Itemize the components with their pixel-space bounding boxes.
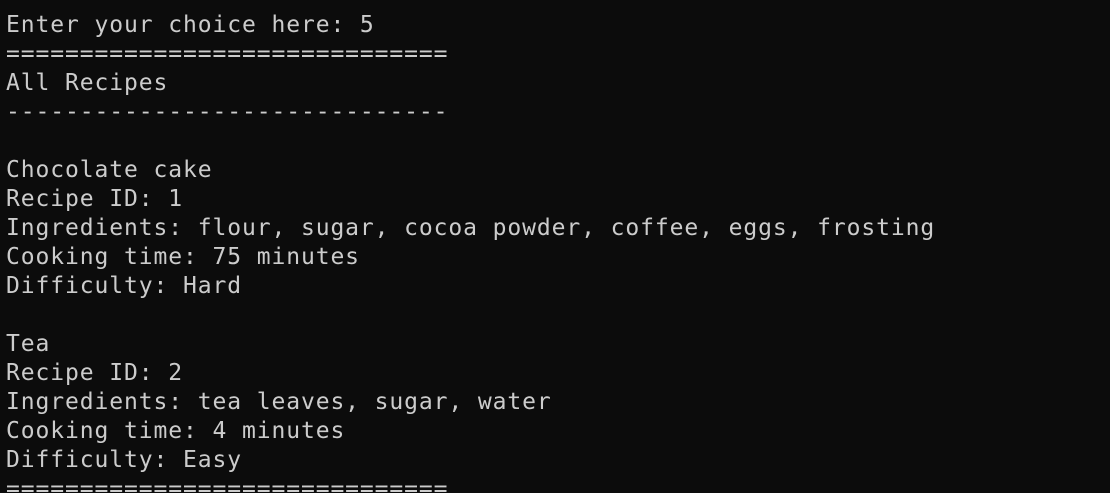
recipe-name: Chocolate cake [6,157,213,183]
divider-line: ------------------------------ [6,99,449,125]
terminal-output: Enter your choice here: 5 ==============… [6,11,935,493]
terminal-window[interactable]: Enter your choice here: 5 ==============… [0,0,1110,493]
separator-line: ============================== [6,476,449,493]
recipe-ingredients: Ingredients: flour, sugar, cocoa powder,… [6,215,936,241]
recipe-id: Recipe ID: 1 [6,186,183,212]
recipe-cooking-time: Cooking time: 4 minutes [6,418,346,444]
recipe-name: Tea [6,331,51,357]
recipe-ingredients: Ingredients: tea leaves, sugar, water [6,389,552,415]
recipe-cooking-time: Cooking time: 75 minutes [6,244,360,270]
recipe-id: Recipe ID: 2 [6,360,183,386]
prompt-line: Enter your choice here: 5 [6,12,375,38]
recipe-difficulty: Difficulty: Hard [6,273,242,299]
recipe-difficulty: Difficulty: Easy [6,447,242,473]
section-heading: All Recipes [6,70,169,96]
separator-line: ============================== [6,41,449,67]
